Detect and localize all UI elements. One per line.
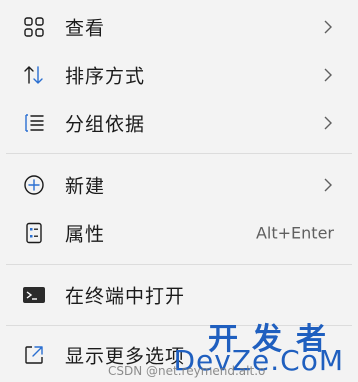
menu-item-label: 在终端中打开 (65, 285, 186, 308)
menu-separator (6, 153, 352, 154)
menu-separator (6, 264, 352, 265)
menu-separator (6, 325, 352, 326)
shortcut-label: Alt+Enter (255, 223, 334, 243)
menu-item-label: 查看 (65, 17, 106, 40)
new-plus-icon (22, 173, 46, 197)
more-options-icon (22, 343, 46, 367)
group-by-icon (22, 111, 46, 135)
grid-icon (22, 15, 46, 39)
sort-icon (22, 63, 46, 87)
terminal-icon (22, 283, 46, 307)
context-menu: 查看 排序方式 分组依据 新建 属性 Alt+Enter 在终端中打开 显示更多… (0, 0, 358, 382)
menu-item-open-in-terminal[interactable]: 在终端中打开 (6, 274, 352, 316)
menu-item-label: 排序方式 (65, 65, 146, 88)
chevron-right-icon (322, 67, 334, 83)
menu-item-label: 新建 (65, 175, 106, 198)
menu-item-sort-by[interactable]: 排序方式 (6, 54, 352, 96)
menu-item-view[interactable]: 查看 (6, 6, 352, 48)
csdn-watermark: CSDN @net.reymend.alt.o (108, 364, 266, 378)
properties-icon (22, 221, 46, 245)
chevron-right-icon (322, 19, 334, 35)
menu-item-label: 分组依据 (65, 113, 146, 136)
menu-item-label: 属性 (65, 223, 106, 246)
menu-item-properties[interactable]: 属性 Alt+Enter (6, 212, 352, 254)
chevron-right-icon (322, 115, 334, 131)
menu-item-group-by[interactable]: 分组依据 (6, 102, 352, 144)
chevron-right-icon (322, 177, 334, 193)
menu-item-new[interactable]: 新建 (6, 164, 352, 206)
